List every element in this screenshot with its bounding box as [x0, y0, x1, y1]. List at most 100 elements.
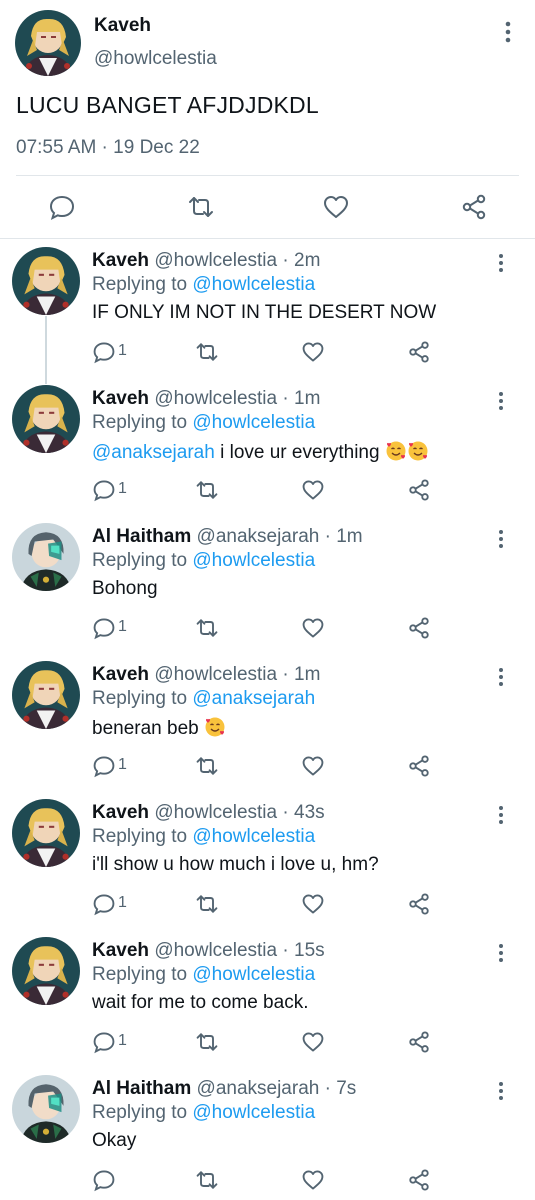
divider — [0, 238, 535, 239]
reply-count: 1 — [118, 1032, 127, 1049]
smiling-face-with-hearts-icon — [407, 440, 429, 462]
reply-author-handle[interactable]: @anaksejarah — [197, 1078, 320, 1099]
replying-to-link[interactable]: @howlcelestia — [192, 1102, 315, 1123]
reply-tweet[interactable]: Al Haitham @anaksejarah · 1m Replying to… — [0, 516, 535, 654]
replying-to-label: Replying to — [92, 826, 193, 847]
reply-author-handle[interactable]: @howlcelestia — [154, 388, 277, 409]
avatar-kaveh[interactable] — [12, 385, 80, 453]
reply-author-handle[interactable]: @anaksejarah — [197, 526, 320, 547]
reply-author-name[interactable]: Kaveh — [92, 250, 149, 271]
share-icon[interactable] — [407, 754, 431, 778]
avatar-kaveh[interactable] — [12, 661, 80, 729]
reply-author-name[interactable]: Al Haitham — [92, 526, 191, 547]
avatar-kaveh[interactable] — [12, 799, 80, 867]
reply-button[interactable]: 1 — [92, 478, 136, 502]
reply-author-name[interactable]: Kaveh — [92, 940, 149, 961]
retweet-icon[interactable] — [187, 193, 215, 221]
author-name[interactable]: Kaveh — [94, 15, 151, 37]
share-icon[interactable] — [407, 1168, 431, 1192]
avatar-kaveh[interactable] — [15, 10, 81, 76]
like-icon[interactable] — [301, 1168, 325, 1192]
reply-tweet[interactable]: Kaveh @howlcelestia · 1m Replying to @an… — [0, 654, 535, 792]
avatar-alhaitham[interactable] — [12, 523, 80, 591]
more-options-icon[interactable] — [494, 252, 508, 274]
reply-tweet[interactable]: Kaveh @howlcelestia · 43s Replying to @h… — [0, 792, 535, 930]
retweet-icon[interactable] — [194, 754, 220, 778]
share-icon[interactable] — [407, 478, 431, 502]
replying-to-label: Replying to — [92, 412, 193, 433]
more-options-icon[interactable] — [494, 390, 508, 412]
smiling-face-with-hearts-icon — [204, 716, 226, 738]
reply-text: @anaksejarah i love ur everything — [92, 440, 429, 464]
replying-to-link[interactable]: @anaksejarah — [192, 688, 315, 709]
reply-button[interactable] — [92, 1168, 136, 1192]
retweet-icon[interactable] — [194, 616, 220, 640]
reply-button[interactable]: 1 — [92, 340, 136, 364]
share-icon[interactable] — [460, 193, 488, 221]
reply-button[interactable]: 1 — [92, 616, 136, 640]
reply-tweet[interactable]: Kaveh @howlcelestia · 15s Replying to @h… — [0, 930, 535, 1068]
share-icon[interactable] — [407, 340, 431, 364]
reply-author-name[interactable]: Kaveh — [92, 664, 149, 685]
separator-dot: · — [282, 664, 289, 685]
reply-tweet[interactable]: Al Haitham @anaksejarah · 7s Replying to… — [0, 1068, 535, 1200]
separator-dot: · — [282, 250, 289, 271]
reply-author-name[interactable]: Al Haitham — [92, 1078, 191, 1099]
reply-author-handle[interactable]: @howlcelestia — [154, 802, 277, 823]
author-handle[interactable]: @howlcelestia — [94, 48, 217, 70]
replying-to: Replying to @anaksejarah — [92, 688, 315, 710]
replying-to-link[interactable]: @howlcelestia — [192, 550, 315, 571]
replying-to-label: Replying to — [92, 1102, 193, 1123]
avatar-alhaitham[interactable] — [12, 1075, 80, 1143]
like-icon[interactable] — [301, 1030, 325, 1054]
reply-tweet[interactable]: Kaveh @howlcelestia · 1m Replying to @ho… — [0, 378, 535, 516]
replying-to-link[interactable]: @howlcelestia — [192, 412, 315, 433]
reply-count: 1 — [118, 618, 127, 635]
reply-author-handle[interactable]: @howlcelestia — [154, 250, 277, 271]
more-options-icon[interactable] — [500, 18, 516, 46]
tweet-timestamp: 07:55 AM · 19 Dec 22 — [16, 137, 200, 158]
separator-dot: · — [282, 802, 289, 823]
more-options-icon[interactable] — [494, 942, 508, 964]
reply-count: 1 — [118, 756, 127, 773]
reply-time: 1m — [294, 388, 321, 409]
more-options-icon[interactable] — [494, 528, 508, 550]
share-icon[interactable] — [407, 616, 431, 640]
share-icon[interactable] — [407, 1030, 431, 1054]
reply-button[interactable]: 1 — [92, 892, 136, 916]
reply-author-handle[interactable]: @howlcelestia — [154, 940, 277, 961]
replying-to: Replying to @howlcelestia — [92, 274, 315, 296]
mention-link[interactable]: @anaksejarah — [92, 442, 215, 463]
like-icon[interactable] — [301, 340, 325, 364]
more-options-icon[interactable] — [494, 804, 508, 826]
reply-button[interactable]: 1 — [92, 1030, 136, 1054]
retweet-icon[interactable] — [194, 340, 220, 364]
retweet-icon[interactable] — [194, 478, 220, 502]
like-icon[interactable] — [322, 193, 350, 221]
reply-button[interactable]: 1 — [92, 754, 136, 778]
retweet-icon[interactable] — [194, 1168, 220, 1192]
replying-to-link[interactable]: @howlcelestia — [192, 826, 315, 847]
like-icon[interactable] — [301, 892, 325, 916]
reply-header: Kaveh @howlcelestia · 2m — [92, 250, 320, 272]
replying-to-label: Replying to — [92, 688, 193, 709]
reply-text-body: beneran beb — [92, 718, 204, 739]
share-icon[interactable] — [407, 892, 431, 916]
reply-author-handle[interactable]: @howlcelestia — [154, 664, 277, 685]
like-icon[interactable] — [301, 616, 325, 640]
like-icon[interactable] — [301, 754, 325, 778]
reply-author-name[interactable]: Kaveh — [92, 802, 149, 823]
more-options-icon[interactable] — [494, 1080, 508, 1102]
retweet-icon[interactable] — [194, 892, 220, 916]
reply-author-name[interactable]: Kaveh — [92, 388, 149, 409]
reply-icon[interactable] — [48, 193, 76, 221]
avatar-kaveh[interactable] — [12, 247, 80, 315]
replying-to-link[interactable]: @howlcelestia — [192, 964, 315, 985]
avatar-kaveh[interactable] — [12, 937, 80, 1005]
more-options-icon[interactable] — [494, 666, 508, 688]
reply-tweet[interactable]: Kaveh @howlcelestia · 2m Replying to @ho… — [0, 240, 535, 378]
retweet-icon[interactable] — [194, 1030, 220, 1054]
like-icon[interactable] — [301, 478, 325, 502]
thread-line — [45, 316, 47, 378]
replying-to-link[interactable]: @howlcelestia — [192, 274, 315, 295]
